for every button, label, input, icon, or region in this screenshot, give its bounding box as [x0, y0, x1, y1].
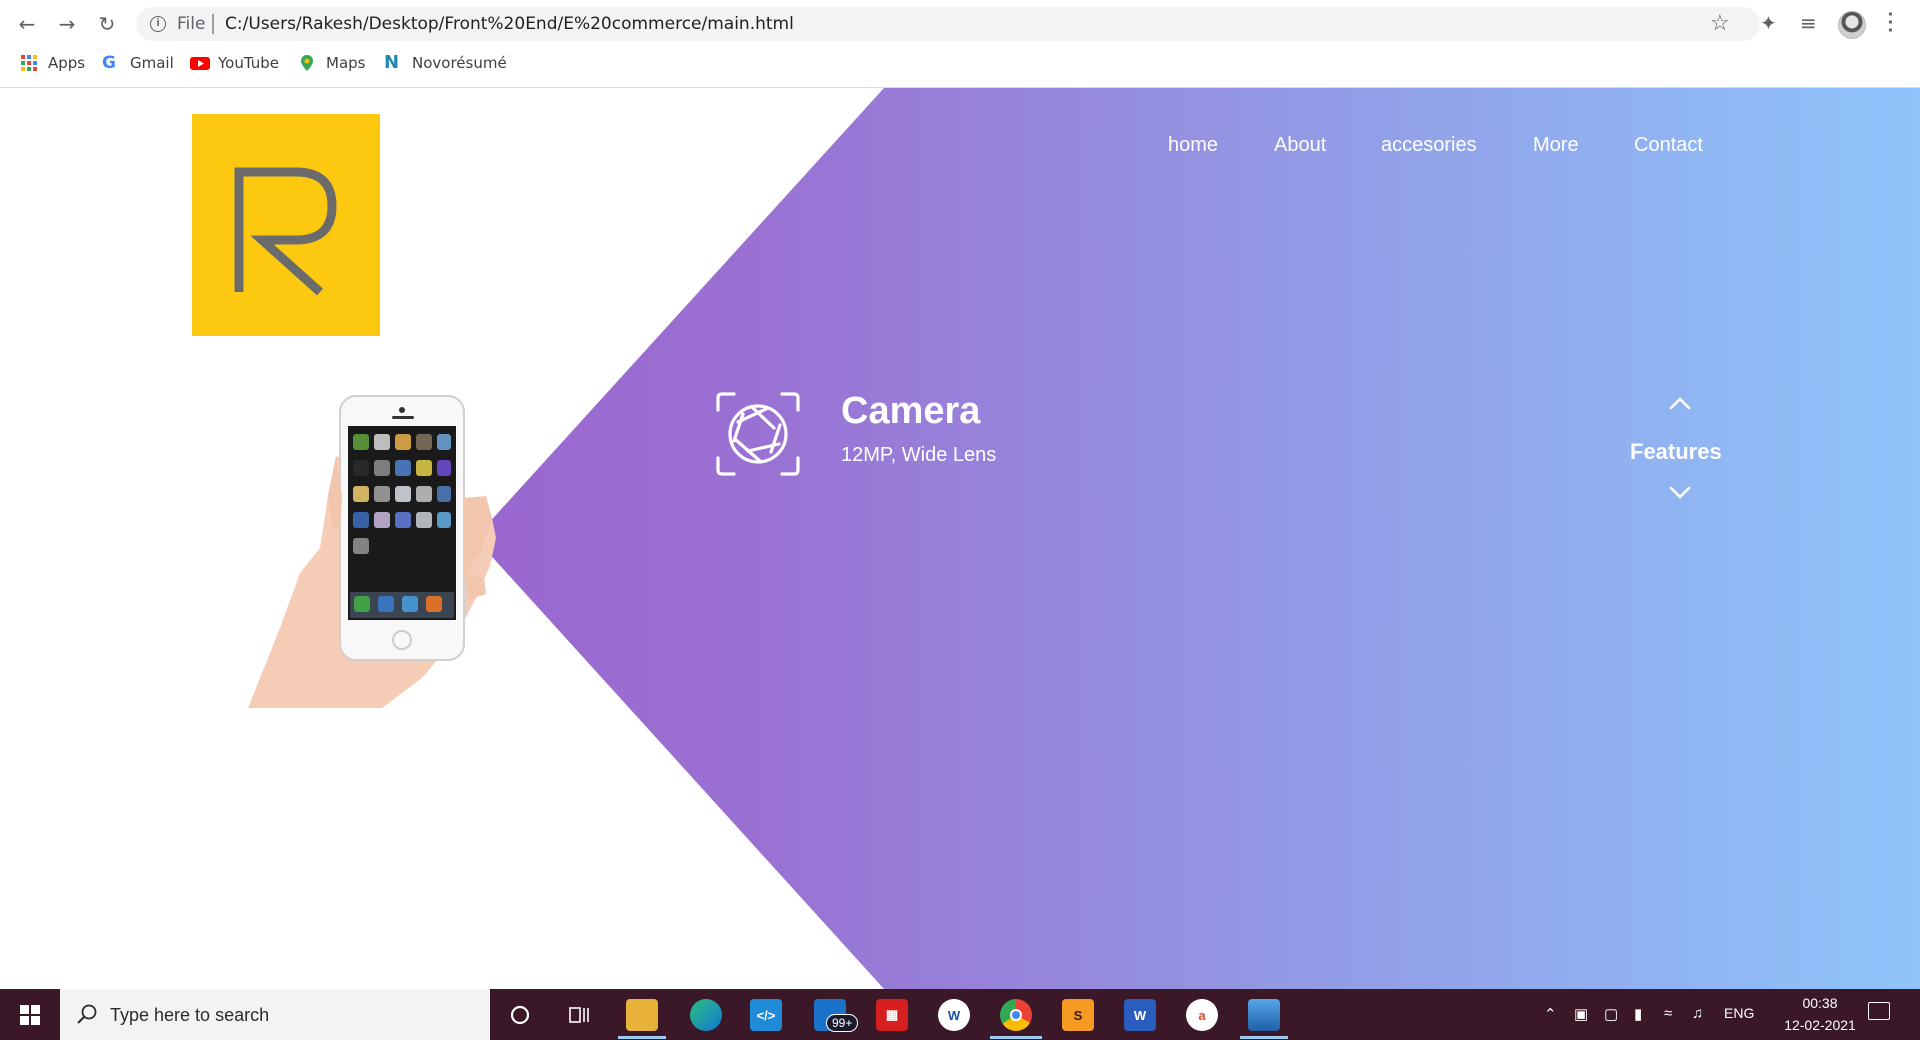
- file-scheme-label: File: [177, 14, 206, 34]
- bookmark-label: Apps: [48, 54, 86, 72]
- menu-kebab-icon[interactable]: · · ·: [1886, 5, 1896, 41]
- tray-screen-icon[interactable]: ▢: [1604, 1005, 1618, 1023]
- search-placeholder[interactable]: Type here to search: [110, 1005, 269, 1026]
- bookmark-label: Maps: [326, 54, 366, 72]
- gift-icon[interactable]: ▦: [876, 999, 908, 1031]
- nav-contact[interactable]: Contact: [1634, 134, 1703, 157]
- nav-more[interactable]: More: [1533, 134, 1579, 157]
- reload-icon[interactable]: ↻: [94, 11, 120, 37]
- address-divider: [212, 14, 214, 34]
- active-app-indicator: [990, 1036, 1042, 1039]
- logo-r-icon: [234, 167, 337, 296]
- youtube-icon: [190, 54, 210, 72]
- back-arrow-icon[interactable]: ←: [14, 11, 40, 37]
- battery-icon[interactable]: ▮: [1634, 1005, 1642, 1023]
- clock-date[interactable]: 12-02-2021: [1770, 1017, 1870, 1033]
- bookmark-youtube[interactable]: YouTube: [190, 54, 279, 72]
- vscode-icon[interactable]: </>: [750, 999, 782, 1031]
- edge-browser-icon[interactable]: [690, 999, 722, 1031]
- bookmark-gmail[interactable]: G Gmail: [102, 54, 174, 72]
- apps-grid-icon: [20, 54, 38, 72]
- bookmark-apps[interactable]: Apps: [20, 54, 85, 72]
- chevron-down-icon[interactable]: [1668, 486, 1692, 505]
- web-page: home About accesories More Contact Camer…: [0, 88, 1920, 989]
- maps-pin-icon: [298, 54, 316, 72]
- app-w-icon[interactable]: W: [938, 999, 970, 1031]
- file-explorer-icon[interactable]: [626, 999, 658, 1031]
- wifi-icon[interactable]: ≈: [1664, 1005, 1672, 1022]
- search-icon: [76, 1003, 98, 1030]
- language-indicator[interactable]: ENG: [1724, 1005, 1754, 1021]
- bookmark-novoresume[interactable]: N Novorésumé: [384, 52, 507, 73]
- task-view-icon[interactable]: [564, 999, 596, 1031]
- sublime-text-icon[interactable]: S: [1062, 999, 1094, 1031]
- windows-taskbar: Type here to search </> 99+ ▦ W S W a ⌃ …: [0, 989, 1920, 1040]
- notification-center-icon[interactable]: [1868, 1002, 1890, 1020]
- mail-badge: 99+: [826, 1014, 859, 1032]
- app-a-icon[interactable]: a: [1186, 999, 1218, 1031]
- cortana-icon[interactable]: [504, 999, 536, 1031]
- tray-expand-icon[interactable]: ⌃: [1544, 1005, 1557, 1023]
- novoresume-icon: N: [384, 52, 400, 73]
- info-icon[interactable]: i: [150, 16, 166, 32]
- profile-avatar[interactable]: [1838, 11, 1866, 39]
- photos-icon[interactable]: [1248, 999, 1280, 1031]
- media-queue-icon[interactable]: ≡: [1800, 11, 1817, 35]
- phone-in-hand-image: [240, 378, 500, 713]
- bookmark-maps[interactable]: Maps: [298, 54, 365, 72]
- active-app-indicator: [1240, 1036, 1288, 1039]
- bookmark-label: YouTube: [218, 54, 279, 72]
- bookmark-star-icon[interactable]: ☆: [1710, 10, 1730, 36]
- extensions-puzzle-icon[interactable]: ✦: [1760, 11, 1777, 35]
- tray-app-icon[interactable]: ▣: [1574, 1005, 1588, 1023]
- bookmark-label: Novorésumé: [412, 54, 507, 72]
- url-text[interactable]: C:/Users/Rakesh/Desktop/Front%20End/E%20…: [225, 14, 794, 34]
- chevron-up-icon[interactable]: [1668, 396, 1692, 415]
- browser-toolbar: ← → ↻ i File C:/Users/Rakesh/Desktop/Fro…: [0, 0, 1920, 48]
- camera-aperture-icon: [716, 392, 800, 481]
- clock-time[interactable]: 00:38: [1790, 995, 1850, 1011]
- nav-about[interactable]: About: [1274, 134, 1326, 157]
- active-app-indicator: [618, 1036, 666, 1039]
- forward-arrow-icon[interactable]: →: [54, 11, 80, 37]
- chrome-icon[interactable]: [1000, 999, 1032, 1031]
- nav-home[interactable]: home: [1168, 134, 1218, 157]
- brand-logo[interactable]: [192, 114, 380, 336]
- google-icon: G: [102, 53, 116, 73]
- nav-accesories[interactable]: accesories: [1381, 134, 1477, 157]
- shield-app-icon[interactable]: W: [1124, 999, 1156, 1031]
- windows-start-icon[interactable]: [0, 989, 60, 1040]
- feature-title: Camera: [841, 390, 981, 432]
- feature-subtitle: 12MP, Wide Lens: [841, 444, 997, 466]
- volume-icon[interactable]: ♫: [1692, 1005, 1703, 1022]
- features-label[interactable]: Features: [1630, 439, 1722, 465]
- bookmark-label: Gmail: [130, 54, 174, 72]
